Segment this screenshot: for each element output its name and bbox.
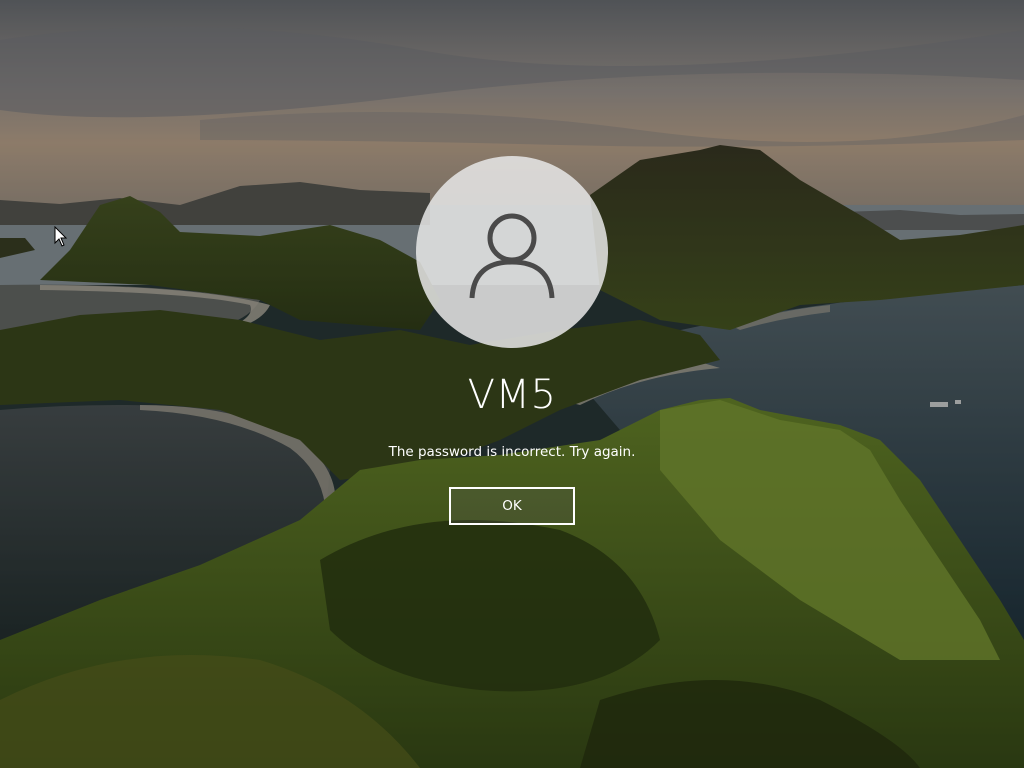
lock-screen: VM5 The password is incorrect. Try again… xyxy=(0,0,1024,768)
user-avatar xyxy=(416,156,608,348)
mouse-pointer-icon xyxy=(54,226,68,247)
user-silhouette-icon xyxy=(469,213,555,299)
user-name: VM5 xyxy=(467,372,557,418)
error-message: The password is incorrect. Try again. xyxy=(388,444,636,460)
ok-button[interactable]: OK xyxy=(449,487,575,525)
